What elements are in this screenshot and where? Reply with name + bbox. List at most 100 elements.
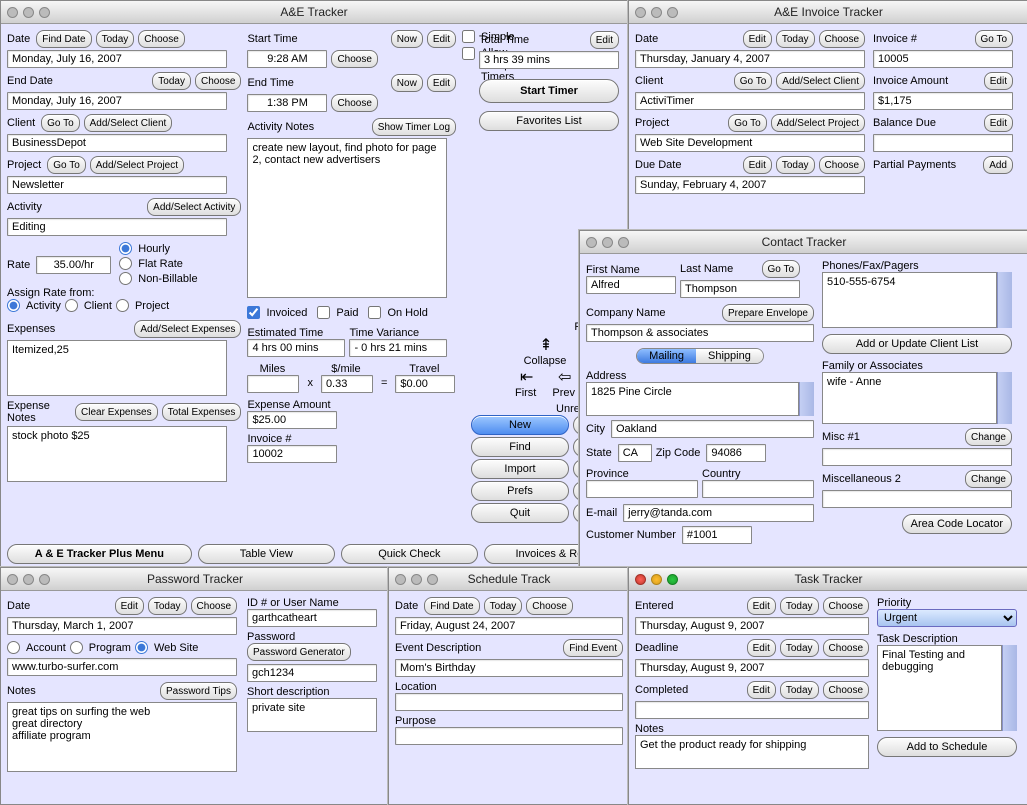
today-button[interactable]: Today — [776, 30, 815, 48]
invoice-number-input[interactable]: 10002 — [247, 445, 337, 463]
expenses-input[interactable]: Itemized,25 — [7, 340, 227, 396]
add-select-expenses-button[interactable]: Add/Select Expenses — [134, 320, 241, 338]
misc2-input[interactable] — [822, 490, 1012, 508]
goto-button[interactable]: Go To — [41, 114, 80, 132]
add-update-client-button[interactable]: Add or Update Client List — [822, 334, 1012, 354]
invoice-amount-input[interactable]: $1,175 — [873, 92, 1013, 110]
close-icon[interactable] — [586, 237, 597, 248]
prepare-envelope-button[interactable]: Prepare Envelope — [722, 304, 814, 322]
tab-shipping[interactable]: Shipping — [696, 349, 763, 363]
today-button[interactable]: Today — [96, 30, 135, 48]
assign-project-radio[interactable]: Project — [116, 299, 169, 312]
change-button[interactable]: Change — [965, 428, 1012, 446]
choose-button[interactable]: Choose — [526, 597, 572, 615]
today-button[interactable]: Today — [780, 639, 819, 657]
prev-icon[interactable]: ⇦ — [558, 367, 571, 387]
goto-button[interactable]: Go To — [762, 260, 801, 278]
change-button[interactable]: Change — [965, 470, 1012, 488]
first-icon[interactable]: ⇤ — [520, 367, 533, 387]
edit-button[interactable]: Edit — [427, 30, 456, 48]
password-tips-button[interactable]: Password Tips — [160, 682, 237, 700]
due-date-input[interactable]: Sunday, February 4, 2007 — [635, 176, 865, 194]
purpose-input[interactable] — [395, 727, 623, 745]
add-select-activity-button[interactable]: Add/Select Activity — [147, 198, 241, 216]
goto-button[interactable]: Go To — [47, 156, 86, 174]
family-input[interactable]: wife - Anne — [822, 372, 997, 424]
scrollbar[interactable] — [1002, 645, 1017, 731]
phones-input[interactable]: 510-555-6754 — [822, 272, 997, 328]
end-time-input[interactable]: 1:38 PM — [247, 94, 327, 112]
edit-button[interactable]: Edit — [747, 681, 776, 699]
find-date-button[interactable]: Find Date — [36, 30, 91, 48]
add-button[interactable]: Add — [983, 156, 1013, 174]
province-input[interactable] — [586, 480, 698, 498]
project-input[interactable]: Newsletter — [7, 176, 227, 194]
find-date-button[interactable]: Find Date — [424, 597, 479, 615]
choose-button[interactable]: Choose — [819, 156, 865, 174]
total-expenses-button[interactable]: Total Expenses — [162, 403, 242, 421]
titlebar[interactable]: Password Tracker — [1, 568, 389, 591]
today-button[interactable]: Today — [780, 597, 819, 615]
non-billable-radio[interactable]: Non-Billable — [119, 272, 197, 285]
today-button[interactable]: Today — [152, 72, 191, 90]
email-input[interactable]: jerry@tanda.com — [623, 504, 814, 522]
date-input[interactable]: Friday, August 24, 2007 — [395, 617, 623, 635]
event-input[interactable]: Mom's Birthday — [395, 659, 623, 677]
minimize-icon[interactable] — [651, 7, 662, 18]
add-select-client-button[interactable]: Add/Select Client — [84, 114, 173, 132]
password-generator-button[interactable]: Password Generator — [247, 643, 351, 661]
choose-button[interactable]: Choose — [195, 72, 241, 90]
hourly-radio[interactable]: Hourly — [119, 242, 197, 255]
find-event-button[interactable]: Find Event — [563, 639, 623, 657]
choose-button[interactable]: Choose — [138, 30, 184, 48]
clear-expenses-button[interactable]: Clear Expenses — [75, 403, 158, 421]
date-input[interactable]: Monday, July 16, 2007 — [7, 50, 227, 68]
password-input[interactable]: gch1234 — [247, 664, 377, 682]
edit-button[interactable]: Edit — [984, 114, 1013, 132]
rate-input[interactable]: 35.00/hr — [36, 256, 111, 274]
titlebar[interactable]: A&E Tracker — [1, 1, 627, 24]
edit-button[interactable]: Edit — [984, 72, 1013, 90]
activity-notes-input[interactable]: create new layout, find photo for page 2… — [247, 138, 447, 298]
edit-button[interactable]: Edit — [743, 156, 772, 174]
today-button[interactable]: Today — [484, 597, 523, 615]
goto-button[interactable]: Go To — [728, 114, 767, 132]
scrollbar[interactable] — [997, 372, 1012, 424]
edit-button[interactable]: Edit — [747, 597, 776, 615]
close-icon[interactable] — [7, 574, 18, 585]
total-time-input[interactable]: 3 hrs 39 mins — [479, 51, 619, 69]
zip-input[interactable]: 94086 — [706, 444, 766, 462]
flat-rate-radio[interactable]: Flat Rate — [119, 257, 197, 270]
prefs-button[interactable]: Prefs — [471, 481, 569, 501]
quick-check-button[interactable]: Quick Check — [341, 544, 478, 564]
edit-button[interactable]: Edit — [115, 597, 144, 615]
zoom-icon[interactable] — [39, 574, 50, 585]
edit-button[interactable]: Edit — [427, 74, 456, 92]
notes-input[interactable]: Get the product ready for shipping — [635, 735, 869, 769]
activity-input[interactable]: Editing — [7, 218, 227, 236]
travel-input[interactable]: $0.00 — [395, 375, 455, 393]
zoom-icon[interactable] — [39, 7, 50, 18]
today-button[interactable]: Today — [148, 597, 187, 615]
expense-notes-input[interactable]: stock photo $25 — [7, 426, 227, 482]
id-user-input[interactable]: garthcatheart — [247, 609, 377, 627]
minimize-icon[interactable] — [602, 237, 613, 248]
titlebar[interactable]: Schedule Track — [389, 568, 629, 591]
choose-button[interactable]: Choose — [331, 94, 377, 112]
goto-button[interactable]: Go To — [734, 72, 773, 90]
minimize-icon[interactable] — [23, 574, 34, 585]
quit-button[interactable]: Quit — [471, 503, 569, 523]
date-input[interactable]: Thursday, March 1, 2007 — [7, 617, 237, 635]
entered-input[interactable]: Thursday, August 9, 2007 — [635, 617, 869, 635]
ae-menu-button[interactable]: A & E Tracker Plus Menu — [7, 544, 192, 564]
today-button[interactable]: Today — [776, 156, 815, 174]
scrollbar[interactable] — [799, 382, 814, 416]
zoom-icon[interactable] — [667, 7, 678, 18]
client-input[interactable]: ActiviTimer — [635, 92, 865, 110]
favorites-list-button[interactable]: Favorites List — [479, 111, 619, 131]
onhold-checkbox[interactable]: On Hold — [368, 306, 427, 319]
minimize-icon[interactable] — [411, 574, 422, 585]
choose-button[interactable]: Choose — [823, 597, 869, 615]
account-radio[interactable]: Account — [7, 641, 66, 654]
balance-due-input[interactable] — [873, 134, 1013, 152]
